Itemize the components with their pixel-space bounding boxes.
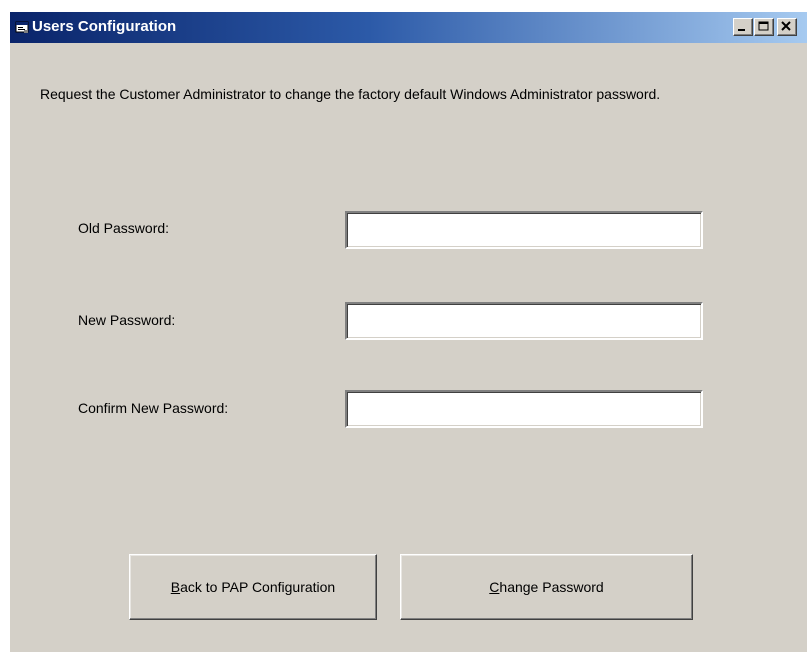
maximize-icon [758, 21, 769, 31]
app-window-icon [14, 19, 30, 35]
confirm-password-input[interactable] [345, 390, 703, 428]
back-button-mnemonic: B [170, 579, 181, 595]
close-button[interactable] [777, 18, 797, 36]
maximize-button[interactable] [754, 18, 774, 36]
minimize-button[interactable] [733, 18, 753, 36]
minimize-icon [738, 29, 745, 31]
new-password-label: New Password: [78, 312, 176, 328]
window-title: Users Configuration [32, 18, 177, 35]
change-password-button[interactable]: Change Password [400, 554, 693, 620]
change-button-label: hange Password [499, 579, 604, 595]
close-icon [781, 21, 791, 31]
instruction-message: Request the Customer Administrator to ch… [40, 86, 661, 102]
title-bar[interactable]: Users Configuration [10, 12, 807, 43]
users-configuration-window: Users Configuration Request the Customer… [10, 12, 807, 652]
old-password-input[interactable] [345, 211, 703, 249]
old-password-label: Old Password: [78, 220, 170, 236]
change-button-mnemonic: C [489, 579, 500, 595]
back-button-label: ack to PAP Configuration [180, 579, 336, 595]
back-to-pap-configuration-button[interactable]: Back to PAP Configuration [129, 554, 377, 620]
confirm-password-label: Confirm New Password: [78, 400, 229, 416]
new-password-input[interactable] [345, 302, 703, 340]
